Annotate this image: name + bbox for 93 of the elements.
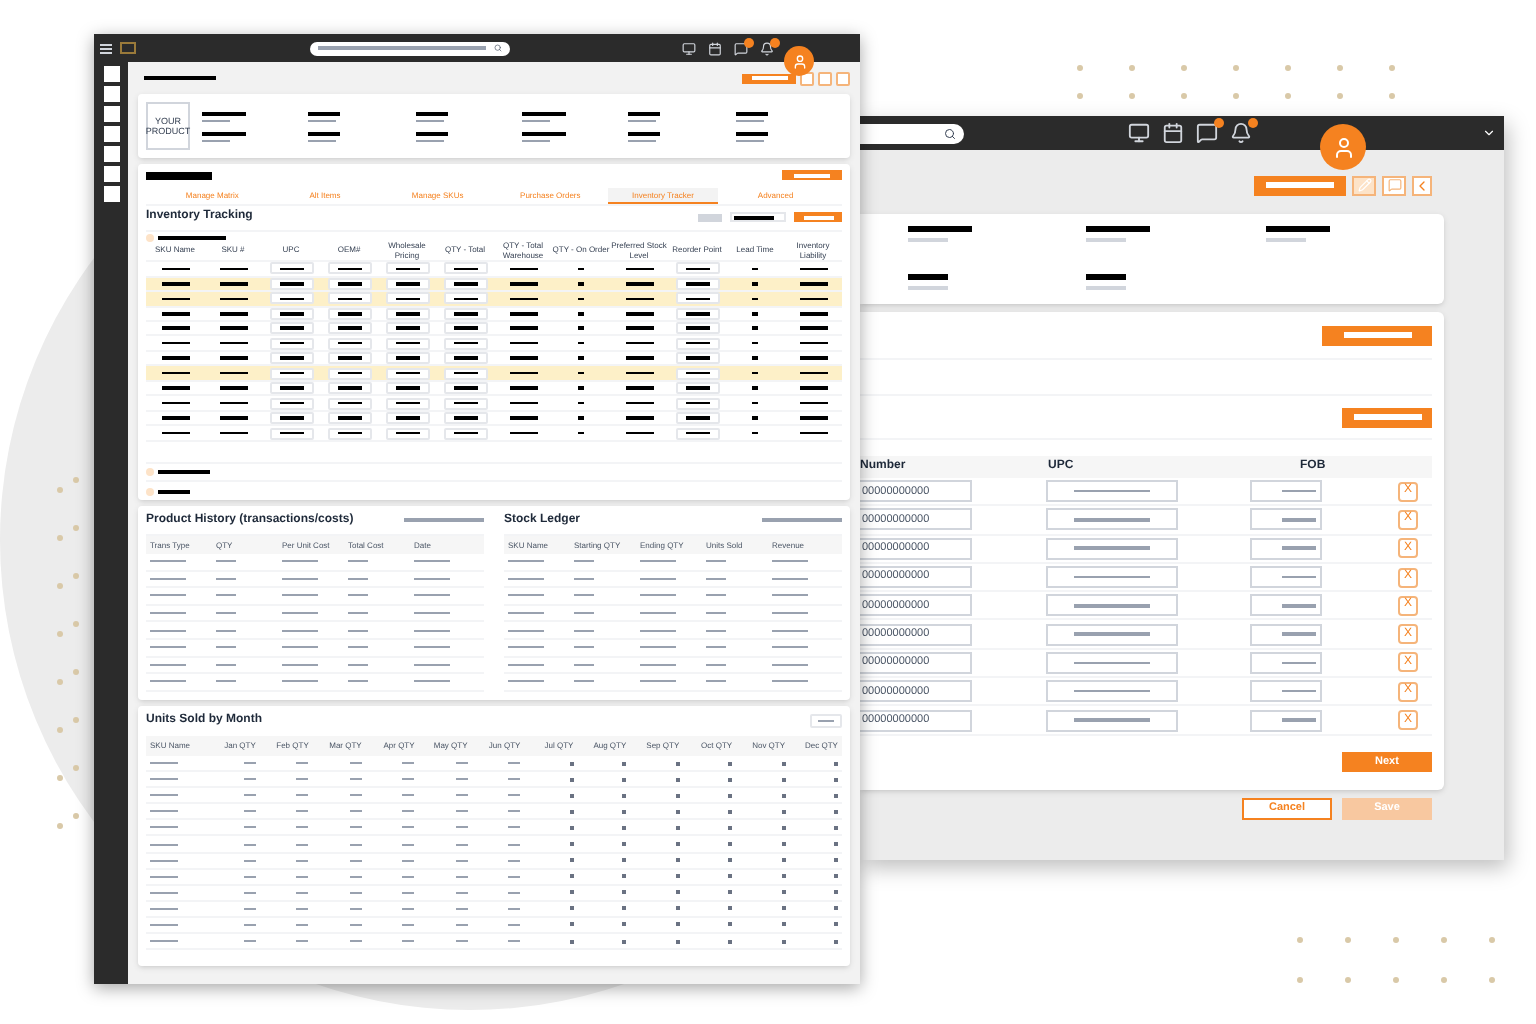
input-field[interactable] bbox=[443, 322, 487, 335]
comment-icon bbox=[1387, 178, 1401, 192]
input-field[interactable] bbox=[327, 412, 371, 425]
input-field[interactable] bbox=[443, 337, 487, 350]
menu-icon[interactable] bbox=[100, 43, 112, 53]
input-field[interactable] bbox=[443, 382, 487, 395]
input-field[interactable] bbox=[269, 382, 313, 395]
input-field[interactable] bbox=[675, 337, 719, 350]
avatar-icon[interactable] bbox=[1320, 124, 1366, 170]
chat-icon[interactable] bbox=[734, 41, 748, 55]
input-field[interactable] bbox=[443, 352, 487, 365]
input-field[interactable] bbox=[327, 292, 371, 305]
input-field[interactable] bbox=[385, 397, 429, 410]
input-field[interactable] bbox=[327, 397, 371, 410]
input-field[interactable] bbox=[269, 292, 313, 305]
input-field[interactable] bbox=[1250, 508, 1322, 531]
input-field[interactable] bbox=[385, 322, 429, 335]
input-field[interactable] bbox=[385, 367, 429, 380]
input-field[interactable] bbox=[1250, 623, 1322, 646]
input-field[interactable] bbox=[1250, 480, 1322, 503]
input-field[interactable] bbox=[1046, 623, 1178, 646]
input-field[interactable] bbox=[675, 292, 719, 305]
input-field[interactable] bbox=[385, 337, 429, 350]
input-field[interactable] bbox=[1046, 651, 1178, 674]
input-field[interactable] bbox=[1250, 594, 1322, 617]
input-field[interactable] bbox=[327, 382, 371, 395]
input-field[interactable] bbox=[327, 367, 371, 380]
year-dropdown[interactable] bbox=[810, 714, 842, 728]
input-field[interactable] bbox=[675, 352, 719, 365]
input-field[interactable] bbox=[269, 367, 313, 380]
chat-icon[interactable] bbox=[1196, 122, 1218, 144]
input-field[interactable] bbox=[443, 397, 487, 410]
input-field[interactable] bbox=[1046, 680, 1178, 703]
input-field[interactable] bbox=[269, 397, 313, 410]
input-field[interactable] bbox=[269, 322, 313, 335]
input-field[interactable] bbox=[443, 367, 487, 380]
action-button[interactable] bbox=[1342, 407, 1432, 427]
bell-icon[interactable] bbox=[760, 41, 774, 55]
action-button[interactable] bbox=[794, 212, 842, 223]
dropdown[interactable] bbox=[730, 212, 786, 223]
input-field[interactable] bbox=[1250, 566, 1322, 589]
input-field[interactable] bbox=[327, 337, 371, 350]
input-field[interactable] bbox=[385, 352, 429, 365]
action-button[interactable] bbox=[1322, 325, 1432, 345]
input-field[interactable] bbox=[1046, 537, 1178, 560]
input-field[interactable] bbox=[327, 352, 371, 365]
input-field[interactable] bbox=[1046, 480, 1178, 503]
input-field[interactable] bbox=[1046, 566, 1178, 589]
action-button[interactable] bbox=[782, 170, 842, 181]
input-field[interactable] bbox=[675, 397, 719, 410]
input-field[interactable] bbox=[675, 412, 719, 425]
input-field[interactable] bbox=[269, 337, 313, 350]
bell-icon[interactable] bbox=[1230, 122, 1252, 144]
calendar-icon[interactable] bbox=[1162, 122, 1184, 144]
search-icon bbox=[493, 44, 501, 52]
search-icon bbox=[944, 127, 956, 139]
calendar-icon[interactable] bbox=[708, 41, 722, 55]
search-field[interactable] bbox=[860, 123, 964, 143]
search-field[interactable] bbox=[309, 41, 509, 55]
input-field[interactable] bbox=[327, 427, 371, 440]
monitor-icon[interactable] bbox=[1128, 122, 1150, 144]
chevron-left-icon bbox=[1414, 177, 1430, 193]
input-field[interactable] bbox=[1046, 508, 1178, 531]
input-field[interactable] bbox=[1046, 709, 1178, 732]
input-field[interactable] bbox=[443, 262, 487, 275]
input-field[interactable] bbox=[1250, 651, 1322, 674]
input-field[interactable] bbox=[675, 262, 719, 275]
logo-icon bbox=[120, 42, 136, 54]
input-field[interactable] bbox=[675, 382, 719, 395]
input-field[interactable] bbox=[675, 427, 719, 440]
input-field[interactable] bbox=[385, 412, 429, 425]
pencil-icon bbox=[1357, 178, 1371, 192]
caret-icon[interactable] bbox=[1482, 126, 1496, 140]
input-field[interactable] bbox=[385, 382, 429, 395]
input-field[interactable] bbox=[1250, 680, 1322, 703]
input-field[interactable] bbox=[269, 427, 313, 440]
monitor-icon[interactable] bbox=[682, 41, 696, 55]
input-field[interactable] bbox=[327, 262, 371, 275]
input-field[interactable] bbox=[1046, 594, 1178, 617]
input-field[interactable] bbox=[443, 412, 487, 425]
input-field[interactable] bbox=[443, 292, 487, 305]
input-field[interactable] bbox=[675, 322, 719, 335]
input-field[interactable] bbox=[269, 262, 313, 275]
input-field[interactable] bbox=[269, 412, 313, 425]
input-field[interactable] bbox=[443, 427, 487, 440]
input-field[interactable] bbox=[327, 322, 371, 335]
input-field[interactable] bbox=[1250, 709, 1322, 732]
input-field[interactable] bbox=[269, 352, 313, 365]
input-field[interactable] bbox=[385, 427, 429, 440]
input-field[interactable] bbox=[1250, 537, 1322, 560]
input-field[interactable] bbox=[385, 262, 429, 275]
input-field[interactable] bbox=[385, 292, 429, 305]
input-field[interactable] bbox=[675, 367, 719, 380]
